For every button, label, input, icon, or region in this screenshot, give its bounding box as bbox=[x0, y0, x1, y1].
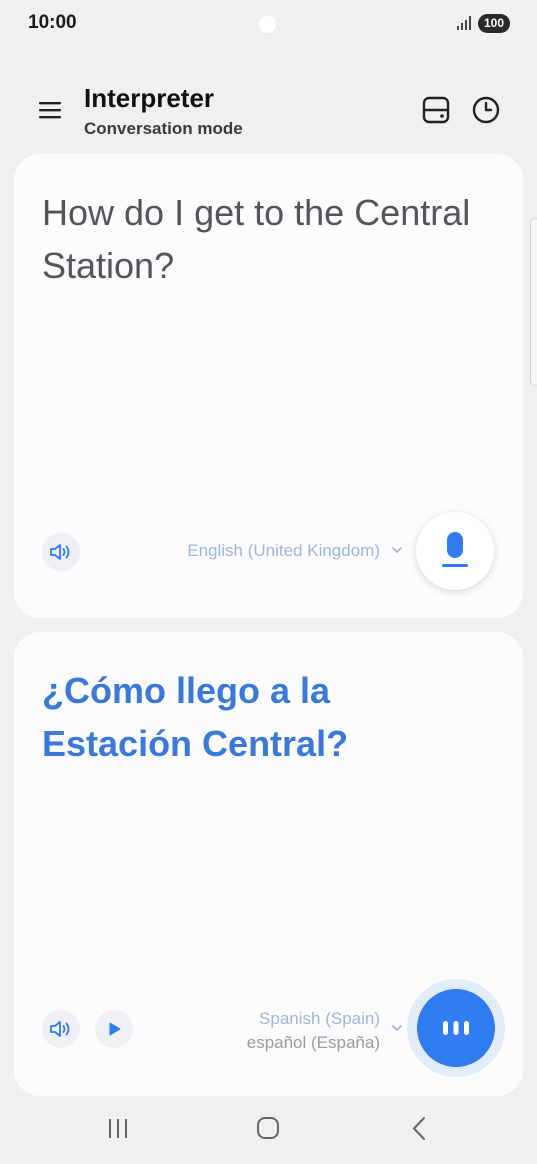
split-view-button[interactable] bbox=[418, 92, 454, 128]
mic-button[interactable] bbox=[416, 512, 494, 590]
play-button[interactable] bbox=[95, 1010, 133, 1048]
chevron-down-icon bbox=[392, 547, 402, 553]
speaker-icon bbox=[50, 1021, 70, 1037]
battery-badge: 100 bbox=[478, 14, 510, 33]
signal-icon bbox=[457, 16, 471, 30]
menu-icon bbox=[39, 102, 61, 119]
listening-bars-icon bbox=[443, 1021, 469, 1035]
home-button[interactable] bbox=[250, 1114, 286, 1144]
recent-apps-icon bbox=[109, 1119, 127, 1138]
app-title: Interpreter bbox=[84, 83, 215, 113]
target-card: ¿Cómo llego a la Estación Central? Spani… bbox=[14, 632, 523, 1096]
source-language-selector[interactable]: English (United Kingdom) bbox=[187, 541, 380, 561]
chevron-down-icon bbox=[392, 1025, 402, 1031]
source-card: How do I get to the Central Station? Eng… bbox=[14, 154, 523, 618]
status-time: 10:00 bbox=[28, 12, 77, 33]
translated-text[interactable]: ¿Cómo llego a la Estación Central? bbox=[42, 664, 482, 770]
target-language-selector[interactable]: Spanish (Spain) español (España) bbox=[247, 1007, 380, 1055]
menu-button[interactable] bbox=[34, 94, 66, 126]
microphone-icon bbox=[442, 532, 468, 567]
target-speaker-button[interactable] bbox=[42, 1010, 80, 1048]
app-header: Interpreter Conversation mode bbox=[0, 70, 537, 150]
clock-icon bbox=[472, 96, 500, 124]
back-icon bbox=[413, 1117, 425, 1140]
split-view-icon bbox=[422, 96, 450, 124]
home-icon bbox=[257, 1117, 279, 1139]
target-language-native: español (España) bbox=[246, 1033, 380, 1052]
edge-panel-handle[interactable] bbox=[530, 218, 537, 386]
source-text[interactable]: How do I get to the Central Station? bbox=[42, 186, 482, 292]
app-subtitle: Conversation mode bbox=[84, 119, 243, 138]
listening-button[interactable] bbox=[417, 989, 495, 1067]
camera-cutout bbox=[259, 16, 276, 33]
recent-apps-button[interactable] bbox=[100, 1114, 136, 1144]
history-button[interactable] bbox=[468, 92, 504, 128]
navigation-bar bbox=[0, 1100, 537, 1164]
speaker-icon bbox=[50, 544, 70, 560]
target-language-name: Spanish (Spain) bbox=[259, 1009, 380, 1028]
play-icon bbox=[109, 1022, 121, 1036]
status-bar: 10:00 100 bbox=[0, 0, 537, 50]
back-button[interactable] bbox=[402, 1114, 438, 1144]
source-speaker-button[interactable] bbox=[42, 533, 80, 571]
